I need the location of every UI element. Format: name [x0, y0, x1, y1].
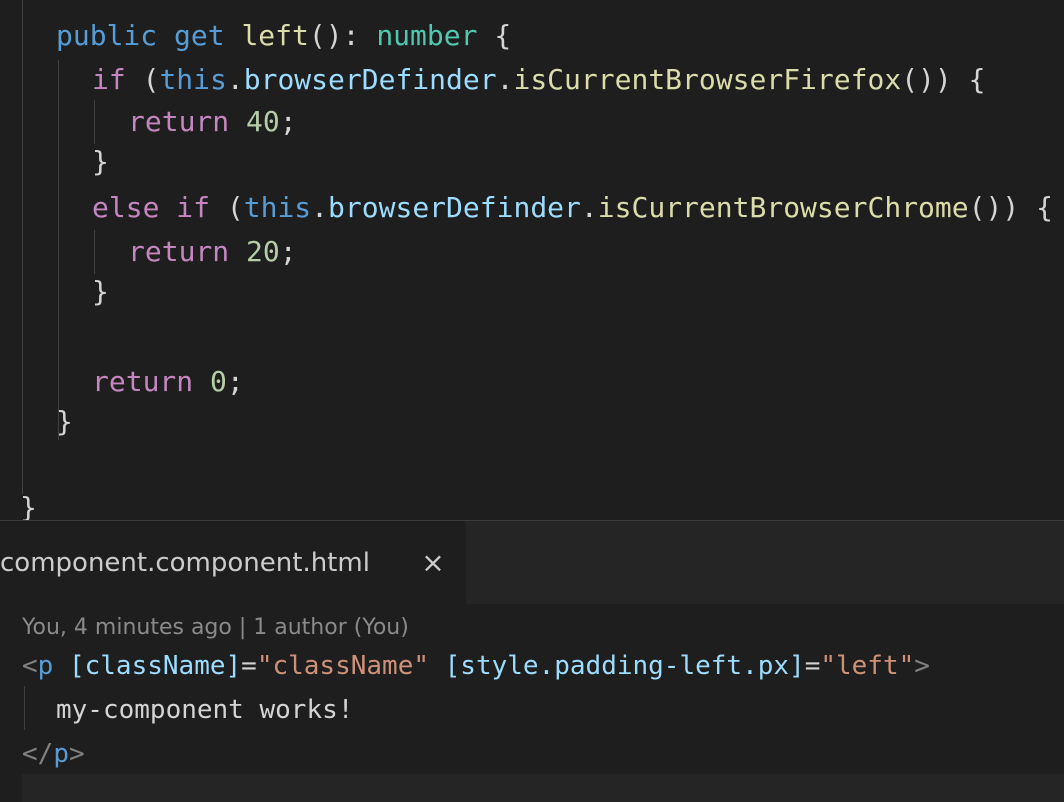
- punctuation: }: [92, 275, 109, 308]
- tab-component-html[interactable]: component.component.html ×: [0, 521, 466, 605]
- equals-sign: =: [241, 651, 257, 681]
- punctuation: (: [125, 63, 160, 96]
- punctuation: (: [210, 191, 244, 224]
- html-editor-pane[interactable]: You, 4 minutes ago | 1 author (You) <p […: [0, 604, 1064, 802]
- keyword: this: [159, 63, 227, 96]
- tag-name: p: [37, 651, 54, 681]
- code-line[interactable]: </p>: [22, 732, 85, 776]
- punctuation: .: [580, 191, 598, 224]
- punctuation: {: [477, 19, 512, 52]
- tab-label: component.component.html: [0, 548, 370, 578]
- code-line[interactable]: <p [className]="className" [style.paddin…: [22, 644, 930, 688]
- method-name: left: [241, 19, 309, 52]
- punctuation: }: [20, 491, 37, 520]
- code-line[interactable]: my-component works!: [56, 688, 353, 732]
- number-literal: 40: [229, 105, 280, 138]
- number-literal: 0: [193, 365, 227, 398]
- code-line[interactable]: }: [92, 142, 109, 182]
- keyword: get: [174, 19, 225, 52]
- punctuation: }: [56, 405, 73, 438]
- tag-bracket: >: [914, 651, 930, 681]
- code-line[interactable]: public get left(): number {: [56, 16, 511, 56]
- control-keyword: return: [128, 235, 230, 268]
- function-call: isCurrentBrowserFirefox: [513, 63, 902, 96]
- indent-guide: [24, 686, 25, 730]
- attribute-name: [className]: [68, 651, 242, 681]
- code-line[interactable]: return 20;: [128, 232, 297, 272]
- type-name: number: [376, 19, 478, 52]
- punctuation: .: [311, 191, 329, 224]
- attribute-value: "className": [256, 651, 429, 681]
- punctuation: }: [92, 145, 109, 178]
- tag-bracket: >: [68, 739, 85, 769]
- punctuation: .: [496, 63, 514, 96]
- text-content: my-component works!: [56, 695, 354, 725]
- code-editor-pane[interactable]: public get left(): number { if (this.bro…: [0, 0, 1064, 520]
- punctuation: ():: [308, 19, 377, 52]
- editor-tab-bar: component.component.html ×: [0, 520, 1064, 605]
- control-keyword: else: [92, 191, 160, 224]
- indent-guide: [94, 100, 95, 144]
- punctuation: ;: [279, 235, 297, 268]
- tag-name: p: [53, 739, 69, 769]
- property: browserDefinder: [243, 63, 497, 96]
- tag-bracket: </: [22, 739, 54, 769]
- current-line-highlight: [22, 774, 1064, 802]
- punctuation: ;: [226, 365, 244, 398]
- keyword: this: [243, 191, 312, 224]
- code-line[interactable]: }: [20, 488, 37, 520]
- control-keyword: return: [92, 365, 194, 398]
- code-line[interactable]: if (this.browserDefinder.isCurrentBrowse…: [92, 60, 986, 100]
- indent-guide: [22, 0, 23, 494]
- indent-guide: [94, 230, 95, 274]
- code-line[interactable]: return 40;: [128, 102, 297, 142]
- property: browserDefinder: [328, 191, 581, 224]
- equals-sign: =: [804, 651, 821, 681]
- attribute-name: [style.padding-left.px]: [444, 651, 805, 681]
- keyword: public: [56, 19, 158, 52]
- code-line[interactable]: }: [56, 402, 73, 442]
- control-keyword: return: [128, 105, 230, 138]
- code-line[interactable]: }: [92, 272, 109, 312]
- punctuation: ()) {: [901, 63, 986, 96]
- code-line[interactable]: else if (this.browserDefinder.isCurrentB…: [92, 188, 1053, 228]
- punctuation: .: [226, 63, 244, 96]
- git-blame-annotation[interactable]: You, 4 minutes ago | 1 author (You): [22, 608, 409, 648]
- control-keyword: if: [159, 191, 211, 224]
- number-literal: 20: [229, 235, 280, 268]
- code-line[interactable]: return 0;: [92, 362, 244, 402]
- tag-bracket: <: [22, 651, 38, 681]
- punctuation: ;: [279, 105, 297, 138]
- indent-guide: [58, 60, 59, 440]
- punctuation: ()) {: [968, 191, 1053, 224]
- close-icon[interactable]: ×: [420, 545, 446, 581]
- control-keyword: if: [92, 63, 126, 96]
- attribute-value: "left": [820, 651, 915, 681]
- function-call: isCurrentBrowserChrome: [597, 191, 969, 224]
